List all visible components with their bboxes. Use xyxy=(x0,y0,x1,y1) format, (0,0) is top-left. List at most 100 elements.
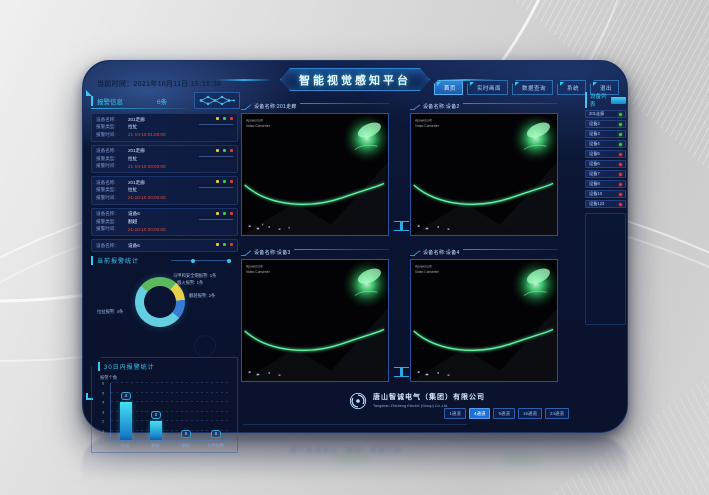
status-dot-icon xyxy=(619,193,622,196)
channel-1-button[interactable]: 1通道 xyxy=(444,408,466,419)
video-watermark-line2: Video Converter xyxy=(415,124,440,128)
video-header: 设备名称:设备4 xyxy=(410,246,558,259)
video-cell-2[interactable]: 设备名称:设备2 Apowersoft Video Converter xyxy=(410,100,558,236)
nav-home-button[interactable]: 首页 xyxy=(434,80,463,95)
alarm-type: 拉扯 xyxy=(128,156,137,162)
field-label: 设备名称: xyxy=(96,117,128,123)
node-network-icon xyxy=(194,92,240,109)
device-row[interactable]: 设备8 xyxy=(585,180,626,188)
status-dot-icon xyxy=(619,173,622,176)
video-feed[interactable]: Apowersoft Video Converter xyxy=(241,113,389,236)
header-underline xyxy=(91,108,187,109)
alarm-entry[interactable]: 设备名称:设备6 报警类型:翻越 报警时间:21-10-10 00:00:00 xyxy=(91,208,238,237)
device-row[interactable]: 设备3 xyxy=(585,130,626,138)
bar-category: 拉扯 xyxy=(111,443,139,449)
video-cell-3[interactable]: 设备名称:设备3 Apowersoft Video Converter xyxy=(241,246,389,382)
video-watermark-line2: Video Converter xyxy=(246,270,271,274)
bar-chart-section: 30日内报警统计 报警个数 0123456 4 2 0 0 xyxy=(91,357,238,453)
alarm-entry[interactable]: 设备名称:201走廊 报警类型:拉扯 报警时间:21-10-10 00:00:0… xyxy=(91,176,238,205)
device-name: 设备123 xyxy=(589,201,604,207)
status-dot-icon xyxy=(619,143,622,146)
bar-value-label: 0 xyxy=(211,430,221,438)
alarm-panel-header: 报警信息 6条 xyxy=(91,94,238,108)
donut-hole xyxy=(144,286,176,318)
bar-category: 翻越 xyxy=(141,443,169,449)
device-name: 设备10 xyxy=(589,191,602,197)
mini-slider xyxy=(199,187,233,188)
video-header: 设备名称:201走廊 xyxy=(241,100,389,113)
y-tick-label: 0 xyxy=(102,438,104,443)
video-watermark-line2: Video Converter xyxy=(246,124,271,128)
device-list-title: 设备列表 xyxy=(585,92,611,108)
alarm-entry[interactable]: 设备名称:设备6 xyxy=(91,239,238,252)
nav-live-view-button[interactable]: 实时画面 xyxy=(467,80,508,95)
device-row[interactable]: 设备10 xyxy=(585,190,626,198)
bar-column: 4 xyxy=(116,383,136,440)
device-row[interactable]: 设备2 xyxy=(585,120,626,128)
device-name: 设备4 xyxy=(589,141,600,147)
field-label: 报警时间: xyxy=(96,195,128,201)
status-dots-icon xyxy=(216,180,233,183)
y-tick-label: 5 xyxy=(102,390,104,395)
mini-slider xyxy=(199,156,233,157)
grid-bracket-icon xyxy=(394,221,402,231)
video-cell-4[interactable]: 设备名称:设备4 Apowersoft Video Converter xyxy=(410,246,558,382)
bar xyxy=(150,421,162,440)
device-row[interactable]: 201走廊 xyxy=(585,110,626,118)
bar-category: 马甲报警 xyxy=(202,443,230,449)
device-name: 设备6 xyxy=(589,161,600,167)
nav-data-query-button[interactable]: 数据查询 xyxy=(512,80,553,95)
mini-slider xyxy=(199,124,233,125)
device-list-header: 设备列表 xyxy=(585,94,626,106)
video-feed[interactable]: Apowersoft Video Converter xyxy=(410,259,558,382)
video-feed[interactable]: Apowersoft Video Converter xyxy=(410,113,558,236)
device-row[interactable]: 设备7 xyxy=(585,170,626,178)
device-name: 201走廊 xyxy=(589,111,604,117)
status-dots-icon xyxy=(216,212,233,215)
y-tick-label: 6 xyxy=(102,381,104,386)
channel-16-button[interactable]: 16通道 xyxy=(518,408,542,419)
bar-section-title: 30日内报警统计 xyxy=(98,362,231,371)
status-dot-icon xyxy=(619,133,622,136)
alarm-entry[interactable]: 设备名称:201走廊 报警类型:拉扯 报警时间:21-10-10 00:00:0… xyxy=(91,145,238,174)
channel-4-button[interactable]: 4通道 xyxy=(469,408,491,419)
header-step-line xyxy=(241,246,251,259)
video-feed[interactable]: Apowersoft Video Converter xyxy=(241,259,389,382)
alarm-device: 设备6 xyxy=(128,211,140,217)
footer-divider xyxy=(243,424,467,425)
bar-plot: 0123456 4 2 0 0 xyxy=(110,383,231,441)
device-row[interactable]: 设备5 xyxy=(585,150,626,158)
header-line xyxy=(463,103,558,104)
video-cell-1[interactable]: 设备名称:201走廊 Apowersoft Video Converter xyxy=(241,100,389,236)
device-row[interactable]: 设备6 xyxy=(585,160,626,168)
bar-column: 2 xyxy=(146,383,166,440)
video-watermark-line2: Video Converter xyxy=(415,270,440,274)
device-name: 设备8 xyxy=(589,181,600,187)
y-tick-label: 2 xyxy=(102,419,104,424)
company-name-en: Tangshan Zhicheng Electric (Group) Co.,L… xyxy=(373,404,485,408)
video-title: 设备名称:设备2 xyxy=(420,103,463,110)
device-list: 201走廊 设备2 设备3 设备4 设备5 设备6 设备7 设备8 设备10 设… xyxy=(585,110,626,208)
header-line xyxy=(463,249,558,250)
field-label: 报警时间: xyxy=(96,226,128,232)
y-tick-label: 1 xyxy=(102,428,104,433)
channel-24-button[interactable]: 24通道 xyxy=(545,408,569,419)
y-tick-label: 3 xyxy=(102,409,104,414)
device-row[interactable]: 设备123 xyxy=(585,200,626,208)
channel-9-button[interactable]: 9通道 xyxy=(493,408,515,419)
device-name: 设备2 xyxy=(589,121,600,127)
nav-system-button[interactable]: 系统 xyxy=(557,80,586,95)
alarm-count-badge: 6条 xyxy=(157,96,167,106)
video-title: 设备名称:设备3 xyxy=(251,249,294,256)
field-label: 报警时间: xyxy=(96,163,128,169)
donut-label: 翻越报警: 2条 xyxy=(189,293,215,299)
y-tick-label: 4 xyxy=(102,400,104,405)
alarm-time: 21-10-10 00:00:00 xyxy=(128,164,166,169)
video-watermark-line1: Apowersoft xyxy=(415,118,432,122)
alarm-entry[interactable]: 设备名称:201走廊 报警类型:拉扯 报警时间:21-10-10 01:00:0… xyxy=(91,113,238,142)
device-row[interactable]: 设备4 xyxy=(585,140,626,148)
status-dot-icon xyxy=(619,153,622,156)
alarm-time: 21-10-10 00:00:00 xyxy=(128,195,166,200)
device-list-tab[interactable] xyxy=(611,97,626,104)
alarm-type: 翻越 xyxy=(128,219,137,225)
